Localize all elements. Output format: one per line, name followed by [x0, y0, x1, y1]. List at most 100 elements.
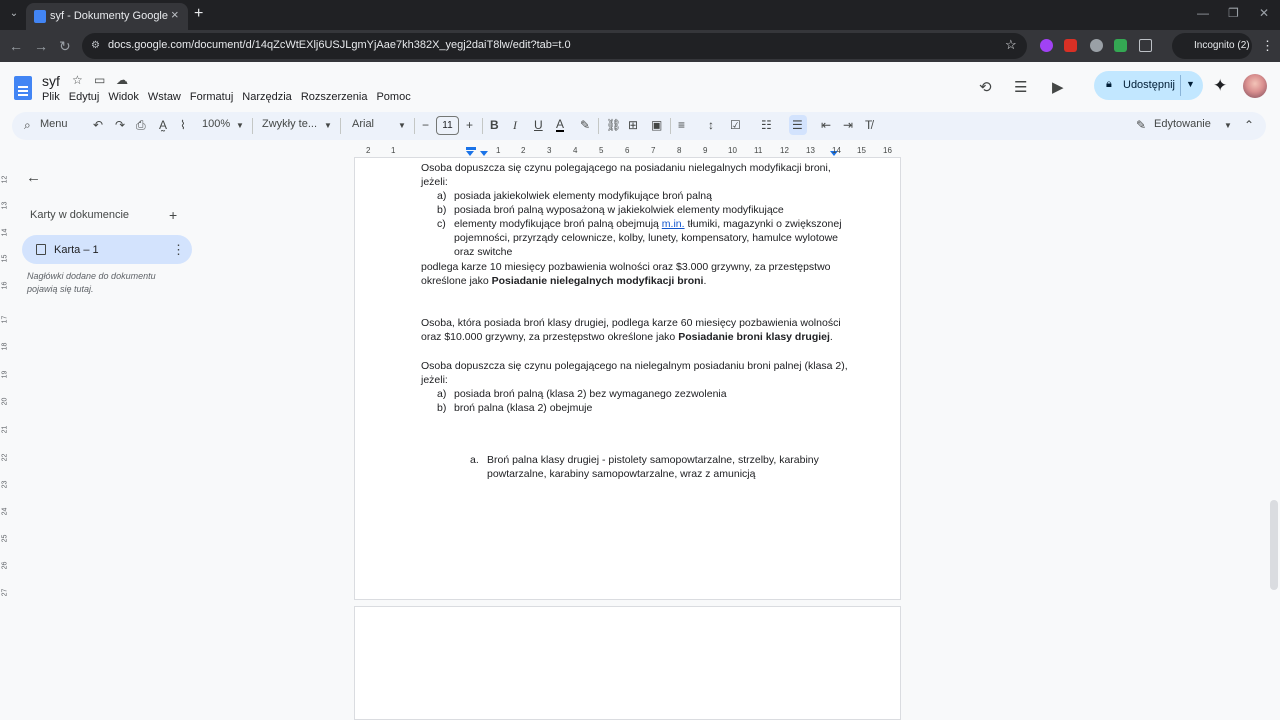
increase-indent-icon[interactable]: ⇥ — [843, 118, 853, 132]
left-indent-marker[interactable] — [480, 151, 488, 156]
bookmark-star-icon[interactable]: ☆ — [1005, 37, 1017, 53]
undo-icon[interactable]: ↶ — [93, 118, 103, 132]
highlight-icon[interactable]: ✎ — [580, 118, 590, 132]
font-size-input[interactable]: 11 — [436, 116, 459, 135]
edit-mode-pencil-icon: ✎ — [1136, 118, 1147, 132]
chevron-down-icon: ▼ — [236, 121, 244, 130]
menu-edit[interactable]: Edytuj — [69, 91, 100, 103]
numbered-list-icon[interactable]: ☰ — [792, 118, 803, 132]
vruler-tick: 18 — [1, 342, 9, 351]
bulleted-list-icon[interactable]: ☷ — [761, 118, 772, 132]
omnibox[interactable]: ⚙ docs.google.com/document/d/14qZcWtEXlj… — [82, 33, 1027, 59]
document-page-2[interactable] — [354, 606, 901, 720]
text-color-icon[interactable]: A — [556, 118, 565, 132]
docs-logo-icon[interactable] — [14, 76, 32, 100]
spellcheck-icon[interactable]: A̰ — [159, 118, 167, 132]
paragraph-line: Osoba dopuszcza się czynu polegającego n… — [421, 360, 848, 372]
share-dropdown-icon[interactable]: ▼ — [1186, 79, 1195, 89]
close-window-icon[interactable]: ✕ — [1259, 6, 1269, 20]
hruler-tick: 5 — [599, 146, 604, 155]
document-page[interactable]: Osoba dopuszcza się czynu polegającego n… — [354, 158, 901, 600]
increase-font-icon[interactable]: + — [466, 118, 473, 132]
redo-icon[interactable]: ↷ — [115, 118, 125, 132]
hruler-tick: 9 — [703, 146, 708, 155]
paragraph-line: podlega karze 10 miesięcy pozbawienia wo… — [421, 261, 831, 273]
incognito-badge[interactable]: Incognito (2) — [1172, 33, 1252, 59]
menu-insert[interactable]: Wstaw — [148, 91, 181, 103]
toolbar-divider — [414, 118, 415, 134]
hruler-tick: 13 — [806, 146, 815, 155]
close-panel-arrow-icon[interactable]: ← — [26, 169, 41, 186]
font-select[interactable]: Arial — [352, 118, 374, 130]
inline-link[interactable]: m.in. — [662, 218, 685, 230]
hide-menus-icon[interactable]: ⌃ — [1244, 118, 1254, 132]
zoom-select[interactable]: 100% — [202, 118, 230, 130]
version-history-icon[interactable]: ⟲ — [979, 78, 992, 96]
list-marker: a) — [437, 190, 447, 202]
extension-icon[interactable] — [1040, 39, 1053, 52]
comments-icon[interactable]: ☰ — [1014, 78, 1027, 96]
share-label: Udostępnij — [1123, 79, 1175, 91]
italic-icon[interactable]: I — [513, 118, 517, 133]
tab-options-icon[interactable]: ⋮ — [172, 242, 185, 258]
hruler-tick: 6 — [625, 146, 630, 155]
star-icon[interactable]: ☆ — [72, 73, 83, 87]
bold-text: Posiadanie nielegalnych modyfikacji bron… — [491, 275, 704, 287]
menu-format[interactable]: Formatuj — [190, 91, 233, 103]
left-indent-marker[interactable] — [466, 151, 474, 156]
url-text[interactable]: docs.google.com/document/d/14qZcWtEXlj6U… — [108, 39, 571, 51]
avatar[interactable] — [1243, 74, 1267, 98]
text-run: . — [703, 275, 707, 287]
new-tab-icon[interactable]: + — [194, 5, 203, 23]
add-tab-icon[interactable]: + — [169, 207, 177, 223]
first-line-indent-marker[interactable] — [466, 147, 476, 150]
decrease-indent-icon[interactable]: ⇤ — [821, 118, 831, 132]
editing-mode-select[interactable]: Edytowanie — [1154, 118, 1211, 130]
menu-help[interactable]: Pomoc — [376, 91, 410, 103]
menu-file[interactable]: Plik — [42, 91, 60, 103]
shield-extension-icon[interactable] — [1114, 39, 1127, 52]
minimize-icon[interactable]: — — [1197, 6, 1209, 20]
gemini-icon[interactable]: ✦ — [1213, 76, 1227, 96]
underline-icon[interactable]: U — [534, 118, 543, 132]
search-menus-icon[interactable]: ⌕ — [24, 118, 31, 133]
cloud-status-icon[interactable]: ☁ — [116, 73, 128, 87]
menu-extensions[interactable]: Rozszerzenia — [301, 91, 368, 103]
extension-icon[interactable] — [1090, 39, 1103, 52]
chevron-down-icon: ▼ — [398, 121, 406, 130]
reload-icon[interactable]: ↻ — [59, 38, 71, 55]
add-comment-icon[interactable]: ⊞ — [628, 118, 638, 132]
puzzle-icon[interactable] — [1139, 39, 1152, 52]
site-info-icon[interactable]: ⚙ — [91, 40, 100, 51]
paint-format-icon[interactable]: ⌇ — [180, 118, 186, 132]
share-button[interactable]: 🔒︎ Udostępnij ▼ — [1094, 71, 1203, 100]
style-select[interactable]: Zwykły te... — [262, 118, 317, 130]
align-icon[interactable]: ≡ — [678, 118, 685, 132]
doc-title[interactable]: syf — [42, 73, 60, 89]
line-spacing-icon[interactable]: ↕ — [708, 118, 714, 132]
back-icon[interactable]: ← — [9, 38, 23, 54]
scrollbar-thumb[interactable] — [1270, 500, 1278, 590]
paragraph-line: określone jako Posiadanie nielegalnych m… — [421, 275, 706, 287]
tab-close-icon[interactable]: × — [171, 7, 179, 22]
browser-menu-icon[interactable]: ⋮ — [1261, 38, 1274, 54]
menu-view[interactable]: Widok — [108, 91, 139, 103]
docs-favicon-icon — [34, 10, 46, 23]
menu-search-label[interactable]: Menu — [40, 118, 68, 130]
meet-icon[interactable]: ▶ — [1052, 78, 1064, 96]
clear-formatting-icon[interactable]: T̸ — [865, 118, 872, 132]
bold-icon[interactable]: B — [490, 118, 499, 132]
tab-search-icon[interactable]: ⌄ — [6, 6, 22, 22]
decrease-font-icon[interactable]: − — [422, 118, 429, 132]
print-icon[interactable]: ⎙ — [136, 118, 146, 133]
move-folder-icon[interactable]: ▭ — [94, 73, 105, 87]
menu-tools[interactable]: Narzędzia — [242, 91, 292, 103]
adblock-icon[interactable] — [1064, 39, 1077, 52]
link-icon[interactable]: ⛓ — [606, 118, 621, 132]
restore-icon[interactable]: ❐ — [1228, 6, 1239, 20]
browser-tab[interactable]: syf - Dokumenty Google × — [26, 3, 188, 30]
forward-icon[interactable]: → — [34, 38, 48, 54]
doc-tab-item[interactable]: Karta – 1 ⋮ — [22, 235, 192, 264]
insert-image-icon[interactable]: ▣ — [651, 118, 662, 132]
checklist-icon[interactable]: ☑ — [730, 118, 741, 132]
